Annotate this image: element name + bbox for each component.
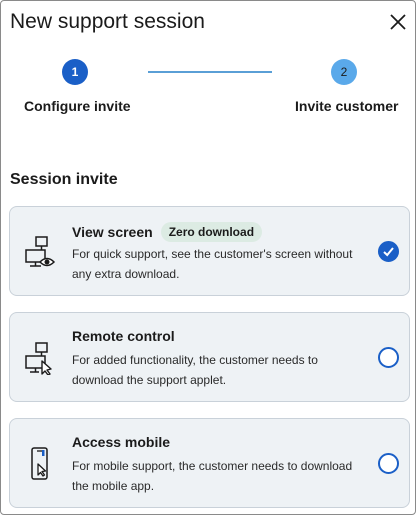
section-title: Session invite bbox=[10, 171, 118, 188]
zero-download-badge: Zero download bbox=[160, 222, 263, 242]
view-screen-icon bbox=[25, 236, 56, 267]
option-title: Access mobile bbox=[72, 434, 171, 450]
dialog-title: New support session bbox=[10, 10, 205, 33]
step-1-label: Configure invite bbox=[24, 98, 131, 114]
option-view-screen[interactable]: View screen Zero download For quick supp… bbox=[9, 206, 410, 296]
radio-view-screen[interactable] bbox=[378, 241, 399, 262]
option-description: For mobile support, the customer needs t… bbox=[72, 459, 353, 493]
step-2-label: Invite customer bbox=[295, 98, 399, 114]
option-remote-control[interactable]: Remote control For added functionality, … bbox=[9, 312, 410, 402]
option-title: Remote control bbox=[72, 328, 175, 344]
new-support-session-dialog: New support session 1 2 Configure invite… bbox=[0, 0, 416, 515]
radio-access-mobile[interactable] bbox=[378, 453, 399, 474]
close-icon bbox=[390, 14, 406, 30]
option-access-mobile[interactable]: Access mobile For mobile support, the cu… bbox=[9, 418, 410, 508]
step-1-indicator: 1 bbox=[62, 59, 88, 85]
step-connector bbox=[148, 71, 272, 73]
option-description: For added functionality, the customer ne… bbox=[72, 353, 318, 387]
close-button[interactable] bbox=[387, 11, 409, 33]
option-title: View screen bbox=[72, 224, 153, 240]
radio-remote-control[interactable] bbox=[378, 347, 399, 368]
checkmark-icon bbox=[383, 247, 394, 257]
remote-control-icon bbox=[25, 342, 52, 375]
step-2-indicator: 2 bbox=[331, 59, 357, 85]
option-description: For quick support, see the customer's sc… bbox=[72, 247, 353, 281]
stepper: 1 2 Configure invite Invite customer bbox=[1, 56, 416, 116]
mobile-icon bbox=[31, 447, 48, 480]
